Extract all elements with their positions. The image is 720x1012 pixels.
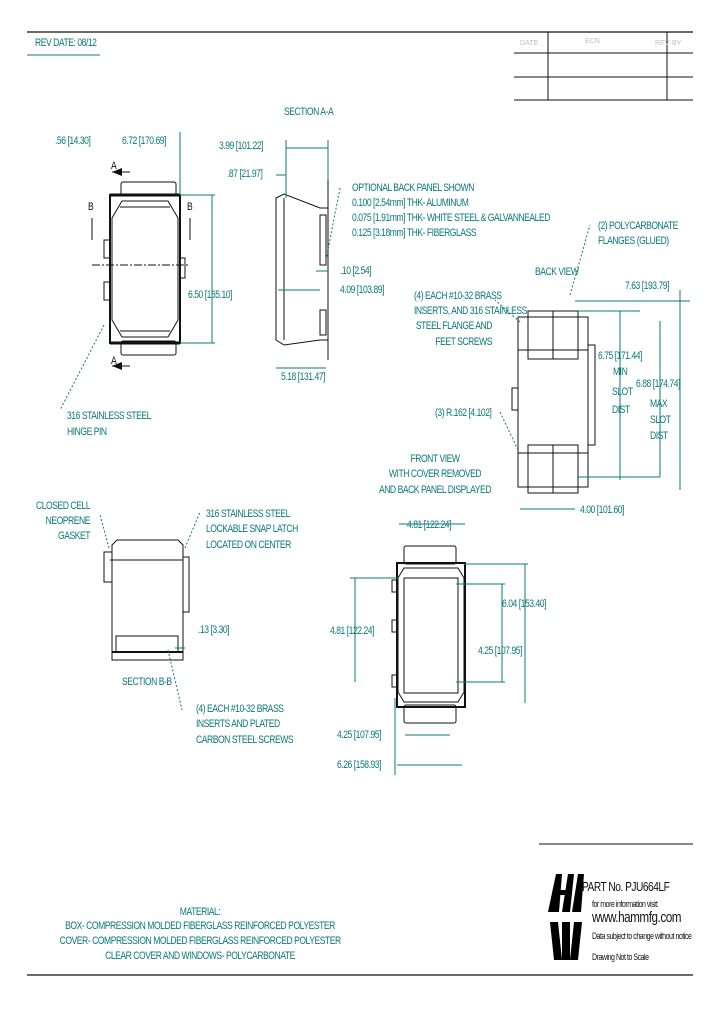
min-slot-3: DIST <box>612 404 630 416</box>
callout-snap-latch-2: LOCKABLE SNAP LATCH <box>206 523 298 535</box>
dim-675: 6.75 [171.44] <box>598 350 643 362</box>
back-view <box>511 310 596 494</box>
front-view-title-3: AND BACK PANEL DISPLAYED <box>378 484 492 496</box>
dim-087: .87 [21.97] <box>227 168 263 180</box>
rev-table-header-ecn: ECN <box>585 38 600 45</box>
dim-672: 6.72 [170.69] <box>122 135 167 147</box>
scale-note: Drawing Not to Scale <box>592 952 649 962</box>
dim-650: 6.50 [165.10] <box>188 289 233 301</box>
callout-brass-flange-2: INSERTS, AND 316 STAINLESS <box>414 305 527 317</box>
callout-polycarbonate-2: FLANGES (GLUED) <box>598 235 669 247</box>
hammond-logo <box>548 872 584 962</box>
callout-back-panel-2: 0.100 [2.54mm] THK- ALUMINUM <box>352 197 469 209</box>
callout-gasket-1: CLOSED CELL <box>36 500 90 512</box>
callout-back-panel-4: 0.125 [3.18mm] THK- FIBERGLASS <box>352 227 477 239</box>
part-number: PART No. PJU664LF <box>582 879 670 894</box>
leader-lines <box>59 187 591 711</box>
material-line-3: CLEAR COVER AND WINDOWS- POLYCARBONATE <box>105 950 295 962</box>
callout-snap-latch-1: 316 STAINLESS STEEL <box>206 508 290 520</box>
back-view-title: BACK VIEW <box>535 266 579 278</box>
material-line-2: COVER- COMPRESSION MOLDED FIBERGLASS REI… <box>59 935 342 947</box>
section-mark-a-bottom: A <box>111 355 117 367</box>
front-view-title-2: WITH COVER REMOVED <box>388 468 482 480</box>
section-bb-view <box>103 539 190 661</box>
dim-763: 7.63 [193.79] <box>625 280 670 292</box>
dim-400: 4.00 [101.60] <box>580 504 625 516</box>
disclaimer: Data subject to change without notice <box>592 931 692 941</box>
website-link[interactable]: www.hammfg.com <box>592 910 681 926</box>
callout-brass-screws-1: (4) EACH #10-32 BRASS <box>196 703 284 715</box>
dim-481-top: 4.81 [122.24] <box>407 519 452 531</box>
dim-399: 3.99 [101.22] <box>219 140 264 152</box>
callout-gasket-2: NEOPRENE <box>45 515 91 527</box>
callout-gasket-3: GASKET <box>57 530 90 542</box>
callout-brass-flange-1: (4) EACH #10-32 BRASS <box>414 290 502 302</box>
dim-425-horizontal: 4.25 [107.95] <box>337 729 382 741</box>
max-slot-3: DIST <box>650 430 668 442</box>
section-mark-b-right: B <box>187 201 193 213</box>
dim-626: 6.26 [158.93] <box>337 759 382 771</box>
section-arrows <box>112 168 122 370</box>
rev-table-header-rev: REV <box>655 40 670 47</box>
section-mark-a-top: A <box>111 160 117 172</box>
callout-brass-screws-2: INSERTS AND PLATED <box>196 718 280 730</box>
dim-425-vertical: 4.25 [107.95] <box>478 645 523 657</box>
dim-056: .56 [14.30] <box>55 135 91 147</box>
max-slot-2: SLOT <box>650 414 671 426</box>
dim-518: 5.18 [131.47] <box>281 371 326 383</box>
section-mark-b-left: B <box>88 201 94 213</box>
callout-polycarbonate-1: (2) POLYCARBONATE <box>598 220 678 232</box>
max-slot-1: MAX <box>650 398 668 410</box>
dim-604: 6.04 [153.40] <box>502 598 547 610</box>
material-title: MATERIAL: <box>179 906 221 918</box>
callout-hinge-pin-1: 316 STAINLESS STEEL <box>67 410 151 422</box>
callout-back-panel-1: OPTIONAL BACK PANEL SHOWN <box>352 182 474 194</box>
callout-back-panel-3: 0.075 [1.91mm] THK- WHITE STEEL & GALVAN… <box>352 212 550 224</box>
callout-brass-screws-3: CARBON STEEL SCREWS <box>196 734 294 746</box>
front-view-closed <box>91 171 191 367</box>
dim-010: .10 [2.54] <box>340 265 372 277</box>
min-slot-1: MIN <box>613 366 628 378</box>
rev-date: REV DATE: 08/12 <box>35 37 97 49</box>
dim-688: 6.88 [174.74] <box>636 378 681 390</box>
dim-409: 4.09 [103.89] <box>340 284 385 296</box>
rev-table-header-by: BY <box>672 40 682 47</box>
front-view-title-1: FRONT VIEW <box>410 453 460 465</box>
material-line-1: BOX- COMPRESSION MOLDED FIBERGLASS REINF… <box>65 920 335 932</box>
logo-glyph <box>548 874 584 960</box>
section-aa-view <box>275 180 329 360</box>
front-view-open <box>391 545 466 724</box>
section-bb-title: SECTION B-B <box>122 676 172 688</box>
min-slot-2: SLOT <box>612 386 633 398</box>
section-aa-title: SECTION A-A <box>284 106 334 118</box>
dim-481-side: 4.81 [122.24] <box>330 625 375 637</box>
callout-brass-flange-3: STEEL FLANGE AND <box>415 320 493 332</box>
callout-hinge-pin-2: HINGE PIN <box>67 426 107 438</box>
dimension-lines <box>27 132 693 976</box>
callout-snap-latch-3: LOCATED ON CENTER <box>206 539 291 551</box>
dim-013: .13 [3.30] <box>198 624 230 636</box>
dim-radius: (3) R.162 [4.102] <box>435 407 492 419</box>
callout-brass-flange-4: FEET SCREWS <box>435 336 492 348</box>
rev-table-header-date: DATE <box>520 40 539 47</box>
